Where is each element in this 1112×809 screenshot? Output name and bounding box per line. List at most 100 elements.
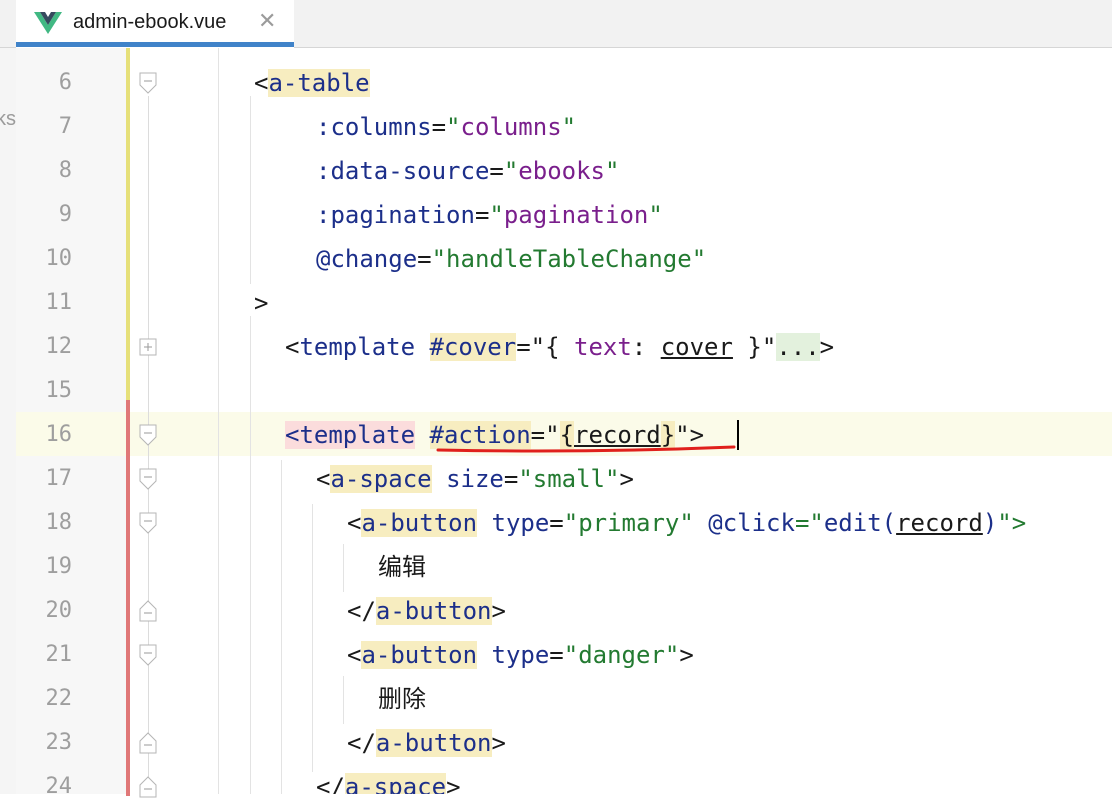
code-token: a-space	[330, 465, 432, 493]
code-token: )	[982, 509, 998, 537]
tab-title[interactable]: admin-ebook.vue	[73, 11, 226, 34]
code-token: </	[347, 597, 376, 625]
code-token: =	[549, 509, 564, 537]
code-line[interactable]: <template #cover="{ text: cover }"...>	[285, 325, 834, 369]
code-line[interactable]: 删除	[378, 677, 426, 721]
code-token: ="	[794, 509, 824, 537]
code-token: >	[491, 597, 506, 625]
code-token: >	[819, 333, 835, 361]
vcs-change-marker	[126, 268, 130, 312]
code-token: =	[549, 641, 564, 669]
vcs-change-marker	[126, 708, 130, 752]
code-line[interactable]: :columns="columns"	[316, 105, 576, 149]
line-number: 6	[58, 70, 72, 95]
code-line[interactable]: <a-space size="small">	[316, 457, 634, 501]
code-line[interactable]: :pagination="pagination"	[316, 193, 663, 237]
code-token: "danger"	[563, 641, 680, 669]
vcs-change-marker	[126, 356, 130, 400]
fold-collapse-icon[interactable]	[139, 468, 157, 490]
code-token: type	[491, 641, 550, 669]
indent-guide	[218, 48, 219, 794]
code-token: >	[491, 729, 506, 757]
fold-collapse-icon[interactable]	[139, 424, 157, 446]
line-number: 21	[45, 642, 73, 667]
code-token: "	[446, 113, 461, 141]
code-token: "small"	[518, 465, 620, 493]
code-line[interactable]: </a-button>	[347, 589, 506, 633]
code-token: <	[316, 465, 331, 493]
fold-expand-icon[interactable]	[139, 336, 157, 358]
indent-guide	[281, 460, 282, 794]
code-token: <template	[285, 421, 416, 449]
close-icon[interactable]: ✕	[258, 10, 276, 34]
code-token: a-table	[268, 69, 370, 97]
vcs-change-marker	[126, 224, 130, 268]
vcs-change-marker	[126, 664, 130, 708]
code-line[interactable]: </a-button>	[347, 721, 506, 765]
fold-collapse-icon[interactable]	[139, 600, 157, 622]
code-line[interactable]: <a-table	[254, 61, 370, 105]
code-line[interactable]: >	[254, 281, 268, 325]
code-editor[interactable]: <a-table:columns="columns":data-source="…	[160, 48, 1112, 794]
fold-collapse-icon[interactable]	[139, 644, 157, 666]
error-squiggle	[436, 445, 736, 453]
code-token: 编辑	[378, 553, 426, 581]
code-token: =	[431, 113, 447, 141]
vcs-change-marker	[126, 532, 130, 576]
code-line[interactable]: @change="handleTableChange"	[316, 237, 706, 281]
code-token: }"	[732, 333, 777, 361]
code-token: edit(	[823, 509, 897, 537]
code-token: a-button	[361, 509, 478, 537]
indent-guide	[343, 676, 344, 724]
code-token: >	[619, 465, 634, 493]
code-token: pagination	[503, 201, 649, 229]
code-token: text	[574, 333, 632, 361]
indent-guide	[250, 96, 251, 284]
code-token: <	[254, 69, 269, 97]
code-line[interactable]: :data-source="ebooks"	[316, 149, 619, 193]
code-token: :data-source	[316, 157, 490, 185]
code-line[interactable]: </a-space>	[316, 765, 461, 794]
code-token: <	[347, 509, 362, 537]
code-token: </	[316, 773, 345, 794]
fold-collapse-icon[interactable]	[139, 72, 157, 94]
vcs-change-marker	[126, 136, 130, 180]
line-number: 19	[45, 554, 73, 579]
vcs-change-marker	[126, 488, 130, 532]
vcs-change-marker	[126, 180, 130, 224]
editor-tab-bar: admin-ebook.vue ✕	[0, 0, 1112, 48]
line-number: 12	[45, 334, 73, 359]
line-number: 22	[45, 686, 73, 711]
side-panel-edge: ks	[0, 48, 16, 794]
code-token: @change	[316, 245, 418, 273]
indent-guide	[343, 544, 344, 592]
code-line[interactable]: 编辑	[378, 545, 426, 589]
code-token: <	[347, 641, 362, 669]
vcs-change-marker	[126, 752, 130, 796]
code-line[interactable]: <a-button type="danger">	[347, 633, 694, 677]
code-line[interactable]: <a-button type="primary" @click="edit(re…	[347, 501, 1026, 545]
code-token: "	[561, 113, 577, 141]
line-number: 24	[45, 774, 73, 799]
line-number: 10	[45, 246, 73, 271]
code-token: ...	[776, 333, 820, 361]
line-number: 20	[45, 598, 73, 623]
fold-collapse-icon[interactable]	[139, 732, 157, 754]
indent-guide	[250, 316, 251, 794]
fold-collapse-icon[interactable]	[139, 512, 157, 534]
line-number: 18	[45, 510, 73, 535]
code-token: @click	[708, 509, 795, 537]
code-token: "primary"	[563, 509, 694, 537]
active-tab-indicator	[16, 42, 294, 47]
side-panel-label: ks	[0, 108, 16, 130]
code-token: "	[648, 201, 663, 229]
fold-collapse-icon[interactable]	[139, 776, 157, 798]
code-token: <	[285, 333, 300, 361]
code-token: a-button	[375, 597, 492, 625]
code-token: a-space	[344, 773, 447, 794]
line-number: 9	[58, 202, 72, 227]
code-token: ">	[997, 509, 1027, 537]
